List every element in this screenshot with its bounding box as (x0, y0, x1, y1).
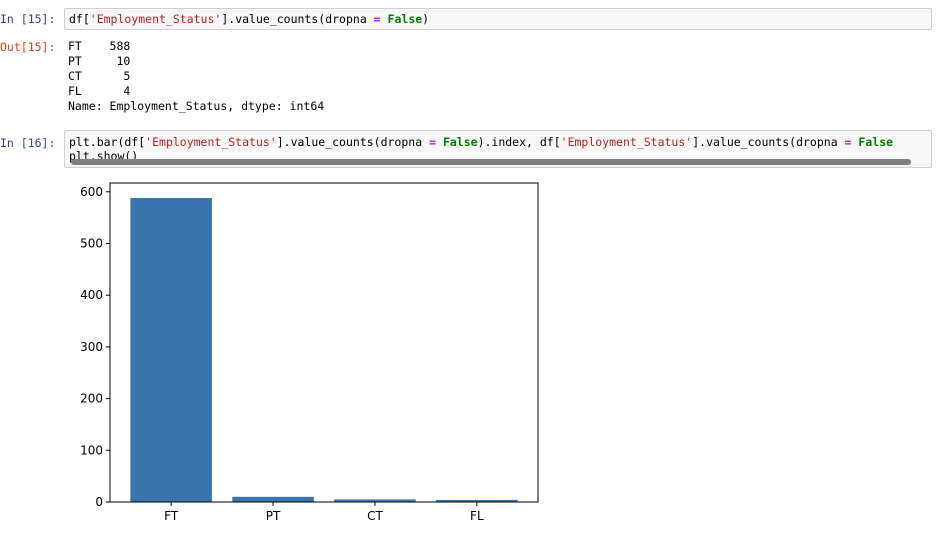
bar-ft (130, 197, 212, 502)
output-line: PT 10 (68, 54, 131, 68)
y-tick-label: 300 (80, 340, 103, 354)
x-tick-label-ft: FT (164, 509, 179, 523)
y-tick-label: 200 (80, 392, 103, 406)
output-line: FL 4 (68, 84, 131, 98)
output-line: Name: Employment_Status, dtype: int64 (68, 99, 325, 113)
cell-15-code[interactable]: df['Employment_Status'].value_counts(dro… (65, 9, 931, 26)
x-tick-label-pt: PT (266, 509, 281, 523)
x-tick-label-ct: CT (367, 509, 383, 523)
output-line: CT 5 (68, 69, 131, 83)
cell-16-code-line-1[interactable]: plt.bar(df['Employment_Status'].value_co… (65, 131, 931, 149)
y-tick-label: 600 (80, 185, 103, 199)
y-tick-label: 0 (95, 495, 103, 509)
cell-15-output: FT 588 PT 10 CT 5 FL 4 Name: Employment_Stat… (68, 39, 324, 114)
cell-16-in-prompt: In [16]: (0, 136, 56, 150)
horizontal-scrollbar[interactable] (71, 159, 911, 165)
bar-pt (232, 496, 314, 502)
y-tick-label: 400 (80, 288, 103, 302)
output-line: FT 588 (68, 39, 131, 53)
cell-16-input[interactable]: plt.bar(df['Employment_Status'].value_co… (64, 130, 932, 168)
y-tick-label: 500 (80, 236, 103, 250)
bar-chart: 0 100 200 300 400 500 600 FT PT CT FL (80, 182, 539, 523)
cell-15-in-prompt: In [15]: (0, 12, 56, 26)
y-tick-label: 100 (80, 443, 103, 457)
cell-15-input[interactable]: df['Employment_Status'].value_counts(dro… (64, 8, 932, 30)
cell-15-out-prompt: Out[15]: (0, 40, 56, 54)
x-tick-label-fl: FL (470, 509, 484, 523)
